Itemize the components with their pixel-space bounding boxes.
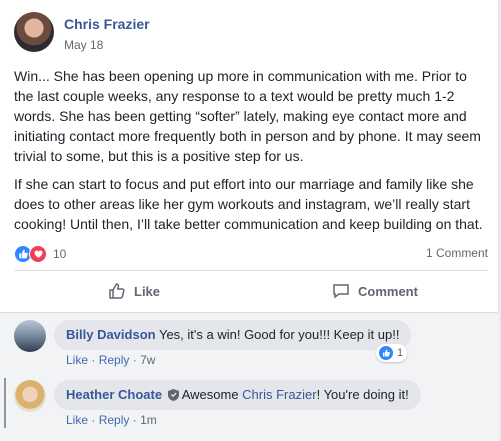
comment-count[interactable]: 1 Comment [426,246,488,260]
shield-icon [167,389,179,401]
comments-divider [0,312,498,313]
post-card: Chris Frazier May 18 Win... She has been… [0,0,499,441]
comment-like-link[interactable]: Like [66,353,88,367]
commenter-avatar-heather[interactable] [14,380,46,412]
separator: · [91,413,96,427]
comment-text: Awesome [181,387,243,402]
like-button[interactable]: Like [108,282,160,300]
separator: · [132,353,137,367]
comment-bubble: Billy Davidson Yes, it's a win! Good for… [54,320,412,350]
comment-reply-link[interactable]: Reply [99,413,130,427]
commenter-name[interactable]: Billy Davidson [66,327,156,342]
comment-reaction-count: 1 [397,347,404,359]
comment-label: Comment [358,283,418,299]
post-paragraph-2: If she can start to focus and put effort… [14,176,483,232]
thumbs-up-icon [109,283,125,299]
post-date[interactable]: May 18 [64,38,103,52]
love-reaction-icon [29,245,47,263]
comment-bubble: Heather Choate Awesome Chris Frazier! Yo… [54,380,421,410]
mention-link[interactable]: Chris Frazier [242,387,316,402]
reactions-summary[interactable]: 10 [14,245,66,263]
comment-bubble-icon [333,284,349,299]
thread-indicator [4,378,6,428]
comment-button[interactable]: Comment [332,282,418,300]
reaction-count: 10 [53,247,67,261]
commenter-name[interactable]: Heather Choate [66,387,162,402]
post-body: Win... She has been opening up more in c… [14,66,490,242]
comment-like-link[interactable]: Like [66,413,88,427]
author-avatar[interactable] [14,12,54,52]
comment-text-end: ! You're doing it! [316,387,409,402]
author-name[interactable]: Chris Frazier [64,16,150,32]
comment-text: Yes, it's a win! Good for you!!! Keep it… [158,327,400,342]
separator: · [91,353,96,367]
comment-time[interactable]: 7w [140,353,155,367]
commenter-avatar-billy[interactable] [14,320,46,352]
like-label: Like [134,283,161,299]
like-reaction-icon [378,345,394,361]
comment-reply-link[interactable]: Reply [99,353,130,367]
divider [14,270,488,271]
comment-reaction-badge[interactable]: 1 [376,344,408,362]
comment-actions: Like · Reply · 7w [66,353,155,367]
comment-actions: Like · Reply · 1m [66,413,157,427]
separator: · [132,413,137,427]
comment-time[interactable]: 1m [140,413,157,427]
post-paragraph-1: Win... She has been opening up more in c… [14,68,481,164]
